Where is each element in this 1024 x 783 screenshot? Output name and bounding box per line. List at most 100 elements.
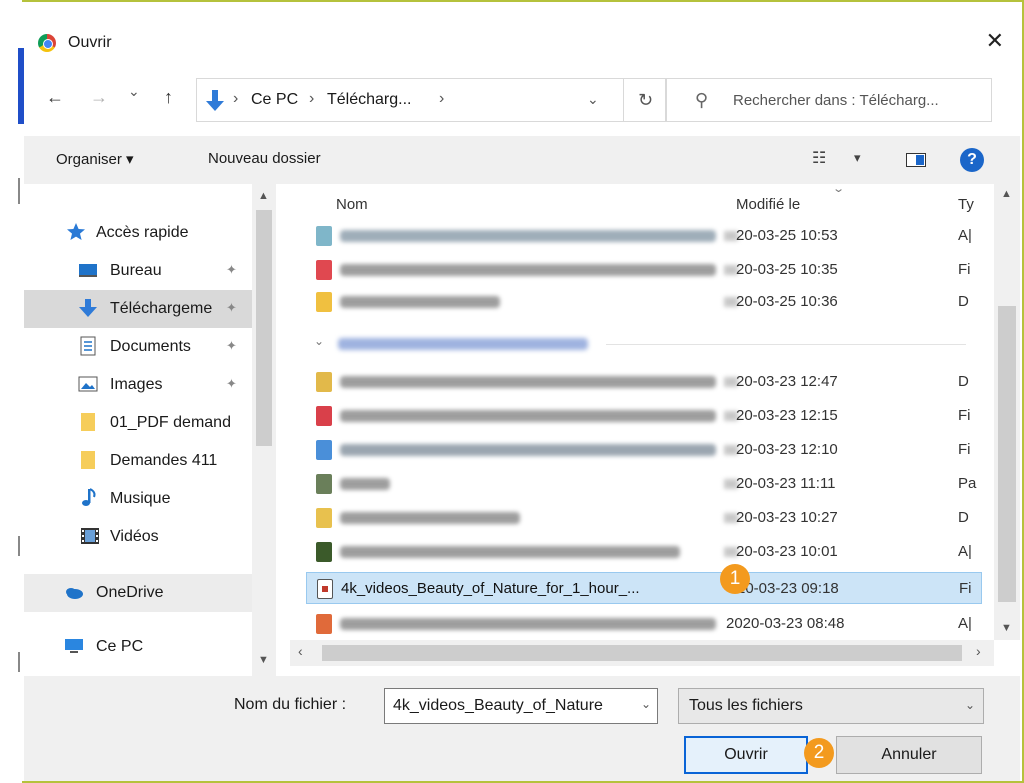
scrollbar-thumb[interactable] [256,210,272,446]
up-button[interactable]: ↑ [164,88,173,106]
address-dropdown-icon[interactable]: ⌄ [587,91,599,108]
file-type: Fi [958,441,971,458]
new-folder-button[interactable]: Nouveau dossier [208,150,321,167]
blurred-filename [340,410,716,422]
sidebar-item-label: 01_PDF demand [110,414,231,431]
file-row[interactable]: 20-03-23 12:10 Fi [306,434,982,466]
breadcrumb-this-pc[interactable]: Ce PC [251,91,298,109]
file-row[interactable]: 20-03-23 10:01 A| [306,536,982,568]
scroll-down-icon[interactable]: ▼ [258,654,269,666]
forward-button[interactable]: → [90,88,108,106]
file-date: 20-03-23 12:10 [736,441,838,458]
address-bar[interactable]: › Ce PC › Télécharg... › ⌄ ↻ [196,78,666,122]
sidebar-item-music[interactable]: Musique [24,480,252,518]
sidebar-item-downloads[interactable]: Téléchargeme ✦ [24,290,252,328]
file-row[interactable]: 20-03-25 10:35 Fi [306,254,982,286]
navigation-pane: Accès rapide Bureau ✦ Téléchargeme ✦ Doc… [24,184,276,676]
file-row[interactable]: 20-03-25 10:36 D [306,286,982,318]
file-date: 20-03-23 10:01 [736,543,838,560]
background-window-strip [0,0,24,783]
pin-icon: ✦ [226,338,237,353]
breadcrumb-separator: › [439,90,445,107]
step-badge-1: 1 [720,564,750,594]
file-row[interactable]: 20-03-23 11:11 Pa [306,468,982,500]
blurred-filename [340,546,680,558]
chevron-down-icon[interactable]: ⌄ [965,698,975,712]
refresh-button[interactable]: ↻ [623,79,667,121]
file-type: A| [958,227,972,244]
organize-menu[interactable]: Organiser ▾ [56,150,134,168]
search-box[interactable]: ⚲ [666,78,992,122]
navigation-bar: ← → ⌄ ↑ › Ce PC › Télécharg... › ⌄ ↻ ⚲ [24,74,1020,124]
file-list-vertical-scrollbar[interactable]: ▲ ▼ [994,184,1020,640]
file-thumbnail-icon [316,542,332,562]
file-row[interactable]: 20-03-23 12:47 D [306,366,982,398]
pin-icon: ✦ [226,262,237,277]
file-date: 20-03-23 12:15 [736,407,838,424]
file-row[interactable]: 2020-03-23 08:48 A| [306,608,982,640]
file-list-horizontal-scrollbar[interactable]: ‹ › [290,640,994,666]
view-options-icon[interactable]: ☷ [812,148,826,168]
help-icon[interactable]: ? [960,148,984,172]
download-icon [79,299,97,317]
file-list: Nom ⌄ Modifié le Ty 20-03-25 10:53 A| 20… [290,184,1020,676]
open-button[interactable]: Ouvrir [684,736,808,774]
file-type-filter[interactable]: Tous les fichiers ⌄ [678,688,984,724]
file-row[interactable]: 20-03-25 10:53 A| [306,220,982,252]
file-row[interactable]: 20-03-23 12:15 Fi [306,400,982,432]
close-button[interactable]: ✕ [986,30,1004,52]
scroll-left-icon[interactable]: ‹ [298,643,303,659]
background-mark [18,178,20,204]
scrollbar-thumb[interactable] [998,306,1016,602]
desktop-icon [79,264,97,277]
file-date: 20-03-25 10:35 [736,261,838,278]
file-date: 20-03-25 10:53 [736,227,838,244]
sidebar-item-desktop[interactable]: Bureau ✦ [24,252,252,290]
chevron-down-icon[interactable]: ⌄ [641,697,651,711]
view-menu-chevron-icon[interactable]: ▾ [854,150,861,166]
sidebar-item-documents[interactable]: Documents ✦ [24,328,252,366]
sidebar-item-images[interactable]: Images ✦ [24,366,252,404]
image-icon [78,376,98,392]
scrollbar-thumb[interactable] [322,645,962,661]
file-type: D [958,509,969,526]
scroll-down-icon[interactable]: ▼ [1001,622,1012,634]
recent-locations-button[interactable]: ⌄ [128,84,140,98]
sidebar-item-onedrive[interactable]: OneDrive [24,574,252,612]
back-button[interactable]: ← [46,88,64,106]
chrome-icon [38,34,56,52]
scroll-up-icon[interactable]: ▲ [258,190,269,202]
file-row-selected[interactable]: 4k_videos_Beauty_of_Nature_for_1_hour_..… [306,572,982,604]
navigation-scrollbar[interactable]: ▲ ▼ [252,184,276,676]
folder-icon [316,292,332,312]
filename-combobox[interactable]: 4k_videos_Beauty_of_Nature ⌄ [384,688,658,724]
search-input[interactable] [733,79,989,121]
breadcrumb-downloads[interactable]: Télécharg... [327,91,411,109]
scroll-right-icon[interactable]: › [976,643,981,659]
sidebar-item-videos[interactable]: Vidéos [24,518,252,556]
file-thumbnail-icon [316,474,332,494]
file-type: A| [958,543,972,560]
sidebar-item-pdf-folder[interactable]: 01_PDF demand [24,404,252,442]
preview-pane-icon[interactable] [906,153,926,167]
sidebar-item-label: Musique [110,490,171,507]
sidebar-item-label: Demandes 411 [110,452,218,469]
computer-icon [65,639,83,653]
sidebar-item-quick-access[interactable]: Accès rapide [24,214,252,252]
column-header-name[interactable]: Nom [336,196,368,213]
file-row[interactable]: 20-03-23 10:27 D [306,502,982,534]
collapse-chevron-icon[interactable]: ⌄ [314,334,324,348]
blurred-filename [340,376,716,388]
blurred-filename [340,512,520,524]
column-header-modified[interactable]: Modifié le [736,196,800,213]
column-header-type[interactable]: Ty [958,196,974,213]
group-header[interactable]: ⌄ [314,330,966,358]
dialog-title: Ouvrir [68,34,112,51]
pane-divider[interactable] [276,184,290,676]
sidebar-item-demandes-folder[interactable]: Demandes 411 [24,442,252,480]
folder-icon [316,508,332,528]
sidebar-item-this-pc[interactable]: Ce PC [24,628,252,666]
cancel-button[interactable]: Annuler [836,736,982,774]
scroll-up-icon[interactable]: ▲ [1001,188,1012,200]
file-date: 20-03-23 11:11 [736,475,836,492]
